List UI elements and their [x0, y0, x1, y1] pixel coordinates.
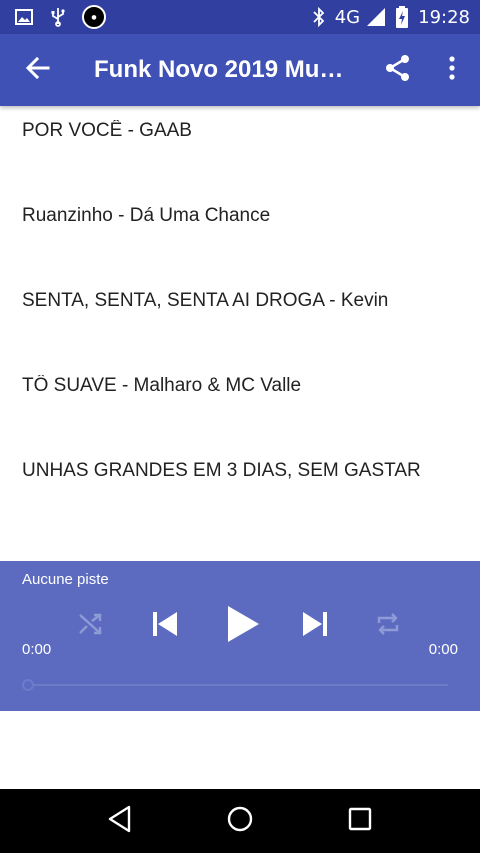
app-badge-icon: ●: [82, 5, 106, 29]
current-time: 0:00: [22, 641, 52, 658]
page-title: Funk Novo 2019 Musica: [94, 56, 344, 83]
shuffle-icon: [78, 612, 104, 640]
previous-button[interactable]: [148, 609, 182, 643]
song-item[interactable]: TÔ SUAVE - Malharo & MC Valle: [22, 375, 422, 397]
nav-recents-icon: [348, 807, 372, 835]
song-list[interactable]: POR VOCÊ - GAAB Ruanzinho - Dá Uma Chanc…: [0, 106, 480, 561]
nav-home-button[interactable]: [216, 797, 264, 845]
total-time: 0:00: [428, 641, 458, 658]
arrow-back-icon: [25, 55, 51, 85]
play-button[interactable]: [222, 605, 264, 647]
network-type-label: 4G: [334, 6, 361, 28]
seek-thumb[interactable]: [22, 679, 34, 691]
shuffle-button[interactable]: [76, 611, 106, 641]
navigation-bar: [0, 789, 480, 853]
status-bar: ● 4G 19:28: [0, 0, 480, 34]
repeat-button[interactable]: [372, 611, 404, 641]
music-player: Aucune piste 0:00 0:00: [0, 561, 480, 711]
song-item[interactable]: SENTA, SENTA, SENTA AI DROGA - Kevin: [22, 290, 422, 312]
song-item[interactable]: UNHAS GRANDES EM 3 DIAS, SEM GASTAR: [22, 460, 422, 482]
share-button[interactable]: [378, 50, 418, 90]
song-item[interactable]: POR VOCÊ - GAAB: [22, 120, 422, 142]
signal-icon: [366, 7, 386, 27]
play-icon: [226, 605, 260, 647]
skip-previous-icon: [151, 611, 179, 641]
repeat-icon: [374, 611, 402, 641]
skip-next-icon: [301, 611, 329, 641]
status-clock: 19:28: [418, 6, 470, 28]
image-icon: [14, 7, 34, 27]
battery-charging-icon: [392, 6, 412, 28]
next-button[interactable]: [298, 609, 332, 643]
nav-back-button[interactable]: [96, 797, 144, 845]
more-vert-icon: [448, 56, 456, 84]
seek-bar[interactable]: [30, 684, 448, 686]
more-options-button[interactable]: [436, 50, 468, 90]
song-item[interactable]: Ruanzinho - Dá Uma Chance: [22, 205, 422, 227]
back-button[interactable]: [10, 42, 66, 98]
nav-recents-button[interactable]: [336, 797, 384, 845]
track-name: Aucune piste: [22, 571, 109, 588]
app-bar: Funk Novo 2019 Musica: [0, 34, 480, 106]
usb-icon: [48, 7, 68, 27]
bluetooth-icon: [309, 7, 329, 27]
share-icon: [384, 54, 412, 86]
nav-back-icon: [107, 805, 133, 837]
nav-home-icon: [226, 805, 254, 837]
